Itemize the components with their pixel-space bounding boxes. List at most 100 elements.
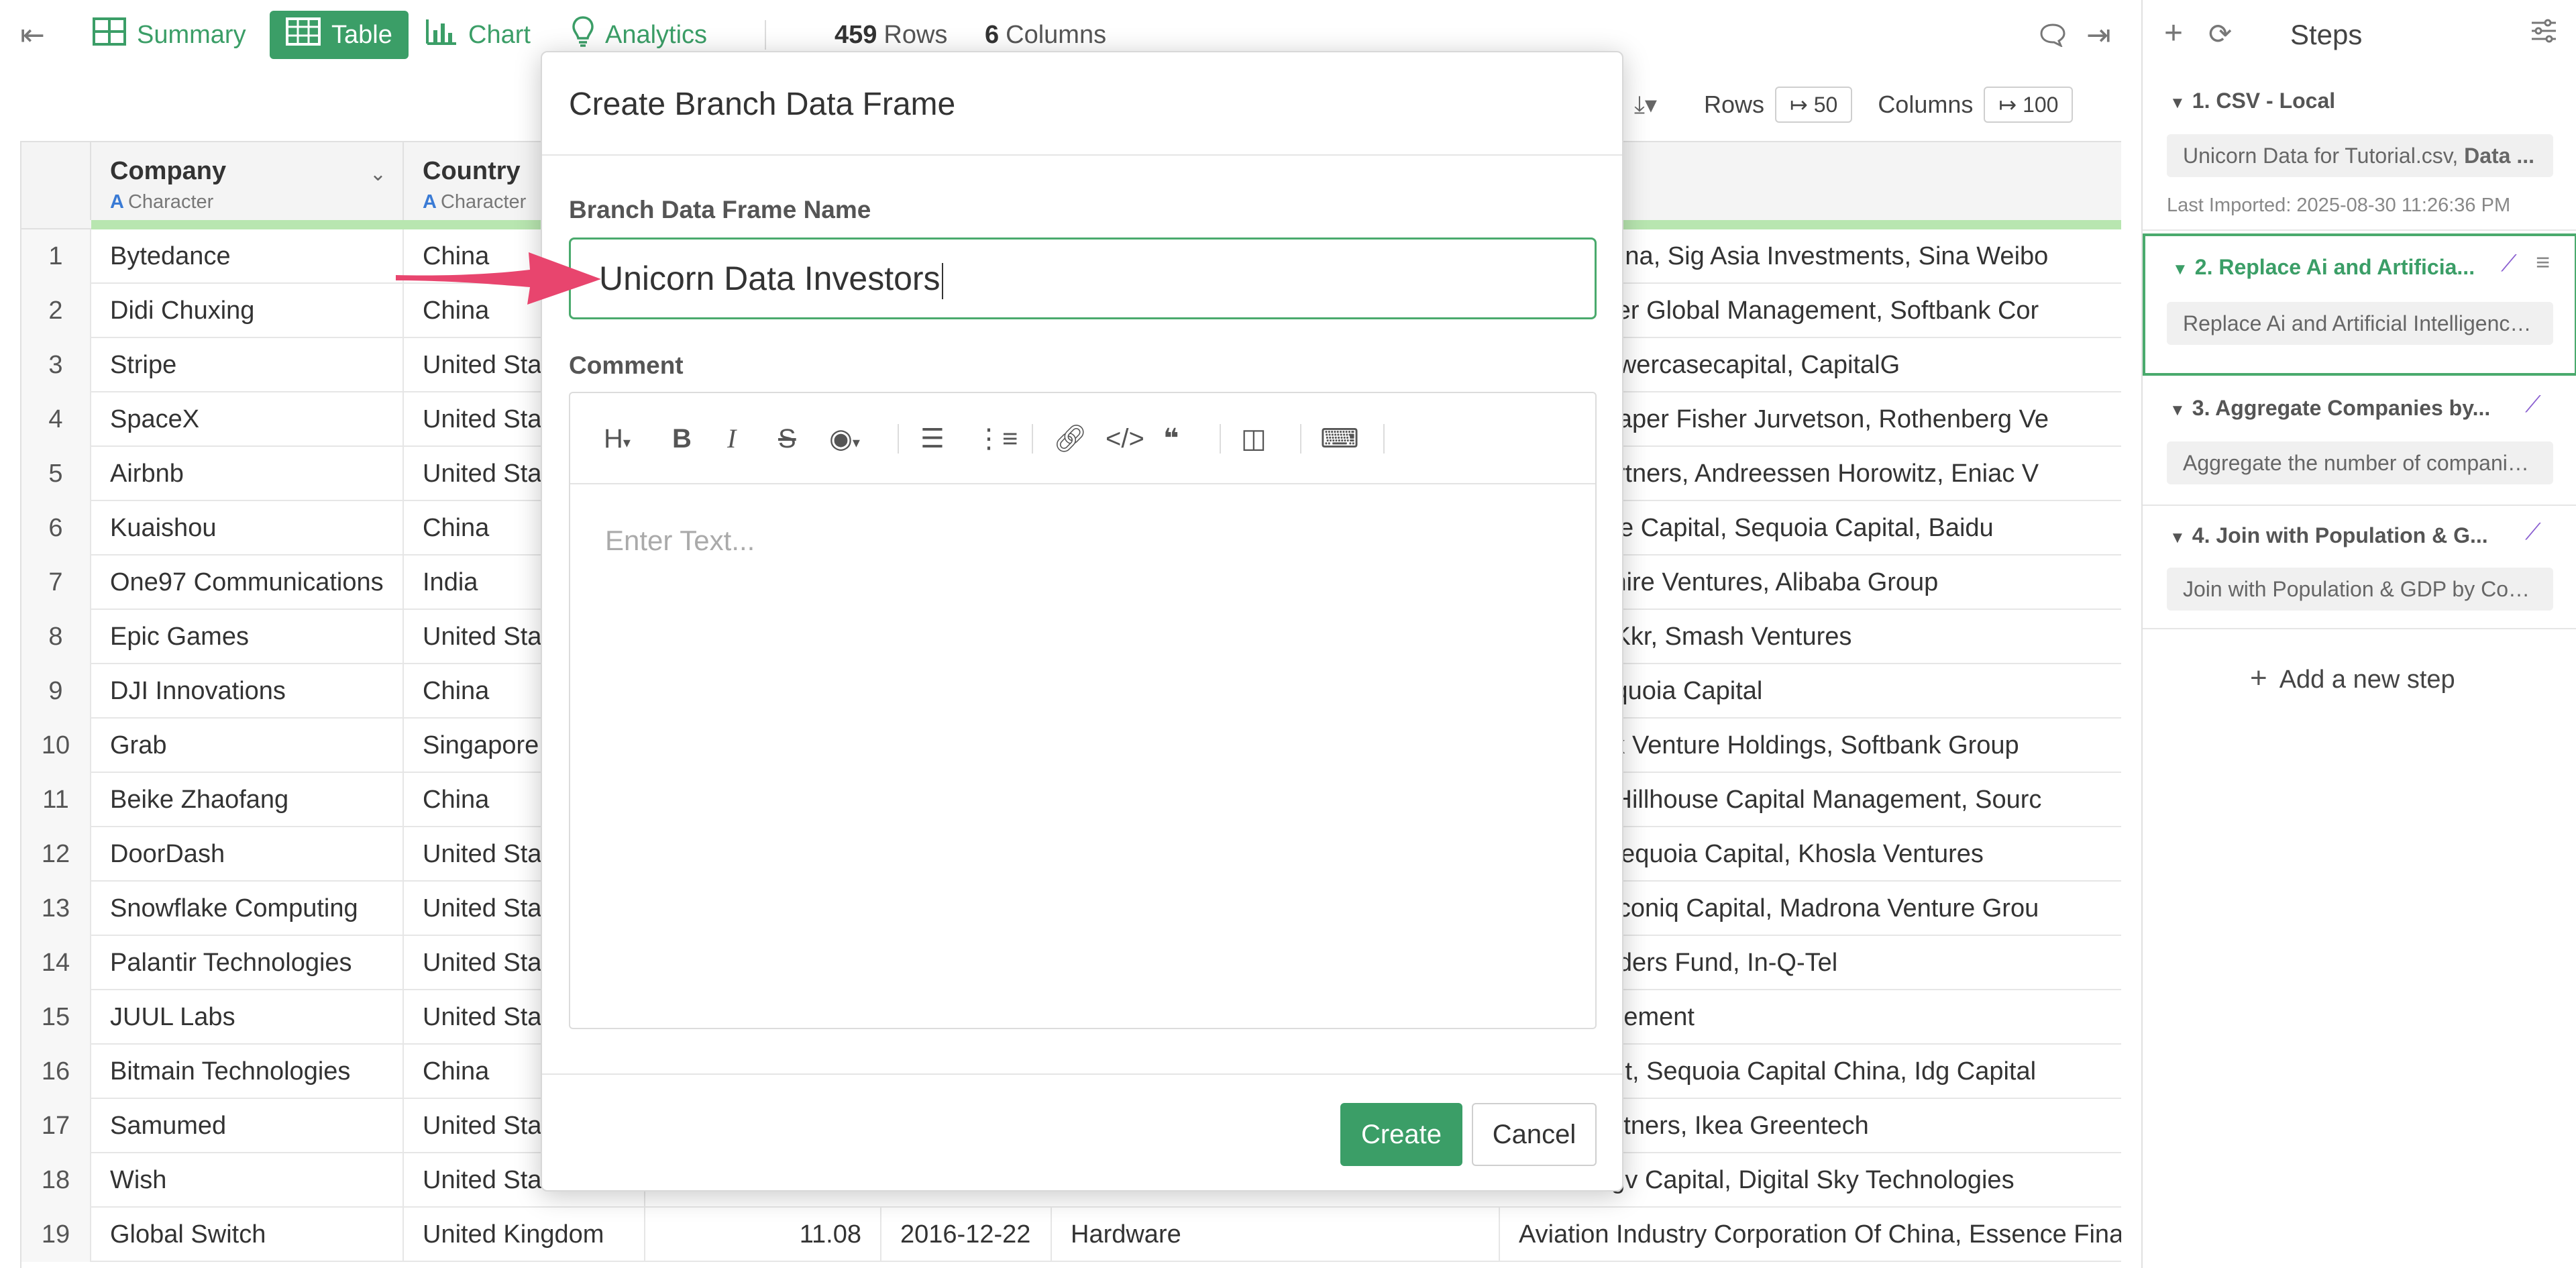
cell-company: Snowflake Computing [91, 882, 404, 936]
keyboard-icon[interactable]: ⌨ [1320, 417, 1359, 460]
cell-company: JUUL Labs [91, 990, 404, 1045]
caret-down-icon: ▼ [2169, 94, 2186, 112]
column-name: Company [110, 157, 227, 185]
chart-tab[interactable]: Chart [425, 0, 531, 70]
toolbar-divider [1300, 424, 1301, 454]
column-header-company[interactable]: Company A Character ⌄ [91, 142, 404, 220]
collapse-left-icon[interactable]: ⇤ [20, 0, 45, 70]
chart-label: Chart [468, 20, 531, 49]
step-title: ▼ 4. Join with Population & G... [2169, 523, 2488, 547]
cell-company: Kuaishou [91, 501, 404, 556]
grid-icon [93, 17, 126, 52]
palette-icon[interactable]: ◉▾ [829, 417, 860, 460]
magic-wand-icon[interactable]: ⟋ [2525, 392, 2541, 418]
step-item-csv-local[interactable]: ▼ 1. CSV - Local Unicorn Data for Tutoria… [2143, 70, 2576, 231]
steps-header: + ⟳ Steps [2143, 0, 2576, 70]
cell-company: DoorDash [91, 827, 404, 882]
cell-company: Stripe [91, 338, 404, 392]
quote-icon[interactable]: ❝ [1163, 417, 1179, 460]
toolbar-divider [898, 424, 899, 454]
branch-name-input[interactable]: Unicorn Data Investors [569, 237, 1597, 319]
row-number: 14 [21, 936, 91, 990]
code-icon[interactable]: </> [1106, 417, 1144, 460]
columns-limit-button[interactable]: ↦ 100 [1984, 87, 2074, 123]
summary-label: Summary [137, 20, 246, 49]
cell-company: Global Switch [91, 1208, 404, 1262]
cell-company: Samumed [91, 1099, 404, 1153]
chevron-down-icon[interactable]: ⌄ [370, 162, 386, 186]
row-number-header [21, 142, 91, 220]
row-number: 19 [21, 1208, 91, 1262]
dialog-footer-divider [542, 1073, 1622, 1075]
cell-industry: Hardware [1052, 1208, 1500, 1262]
download-icon[interactable]: ⤓▾ [1634, 91, 1657, 119]
plus-icon: + [2250, 662, 2267, 694]
magic-wand-icon[interactable]: ⟋ [2501, 251, 2517, 277]
step-item-aggregate[interactable]: ▼ 3. Aggregate Companies by... ⟋ Aggregat… [2143, 378, 2576, 506]
link-icon[interactable]: 🔗︎ [1053, 417, 1087, 460]
heading-dropdown-icon[interactable]: H▾ [604, 417, 631, 460]
cell-company: DJI Innovations [91, 664, 404, 719]
cell-company: Wish [91, 1153, 404, 1208]
toolbar-divider [765, 20, 766, 50]
cell-company: SpaceX [91, 392, 404, 447]
add-new-step-button[interactable]: + Add a new step [2250, 662, 2455, 695]
settings-sliders-icon[interactable] [2530, 17, 2557, 48]
cell-company: Bitmain Technologies [91, 1045, 404, 1099]
cell-company: Palantir Technologies [91, 936, 404, 990]
numbered-list-icon[interactable]: ⋮≡ [975, 417, 1018, 460]
add-icon[interactable]: + [2164, 15, 2183, 52]
caret-down-icon: ▼ [2169, 529, 2186, 547]
refresh-icon[interactable]: ⟳ [2208, 17, 2232, 50]
dialog-divider [542, 154, 1622, 156]
table-label: Table [331, 20, 392, 49]
create-branch-dialog: Create Branch Data Frame Branch Data Fra… [541, 51, 1623, 1192]
cell-country: United Kingdom [404, 1208, 645, 1262]
cell-company: Epic Games [91, 610, 404, 664]
row-number: 7 [21, 556, 91, 610]
branch-name-label: Branch Data Frame Name [569, 196, 871, 223]
comment-icon[interactable] [2039, 0, 2066, 70]
steps-panel: + ⟳ Steps ▼ 1. CSV - Local Unicorn Data f… [2141, 0, 2576, 1268]
menu-icon[interactable]: ≡ [2536, 248, 2550, 276]
create-button[interactable]: Create [1340, 1103, 1462, 1166]
bullet-list-icon[interactable]: ☰ [920, 417, 945, 460]
cell-company: Airbnb [91, 447, 404, 501]
cell-company: Bytedance [91, 229, 404, 284]
strikethrough-icon[interactable]: S [778, 417, 796, 460]
columns-layout-icon[interactable]: ◫ [1241, 417, 1267, 460]
step-item-replace[interactable]: ▼ 2. Replace Ai and Artificia... ⟋ ≡ Repl… [2143, 233, 2576, 376]
comment-editor[interactable]: H▾ B I S ◉▾ ☰ ⋮≡ 🔗︎ </> ❝ ◫ ⌨ Enter Text… [569, 392, 1597, 1029]
cell-company: Grab [91, 719, 404, 773]
cancel-button[interactable]: Cancel [1472, 1103, 1597, 1166]
cell-company: Beike Zhaofang [91, 773, 404, 827]
cell-investors: Aviation Industry Corporation Of China, … [1500, 1208, 2121, 1262]
step-title: ▼ 1. CSV - Local [2169, 89, 2336, 113]
table-icon [286, 17, 321, 52]
row-number: 10 [21, 719, 91, 773]
cell-date: 2016-12-22 [881, 1208, 1052, 1262]
dialog-title: Create Branch Data Frame [569, 87, 956, 122]
table-row[interactable]: 19 Global Switch United Kingdom 11.08 2016-1… [21, 1208, 2121, 1262]
collapse-right-icon[interactable]: ⇥ [2086, 0, 2111, 70]
table-tab[interactable]: Table [270, 11, 409, 59]
toolbar-divider [1220, 424, 1221, 454]
step-description: Unicorn Data for Tutorial.csv, Data ... [2167, 134, 2553, 177]
character-type-icon: A [423, 191, 437, 213]
rows-count-label: Rows [883, 20, 948, 49]
branch-name-value: Unicorn Data Investors [599, 260, 941, 297]
row-number: 6 [21, 501, 91, 556]
cell-company: One97 Communications [91, 556, 404, 610]
bar-chart-icon [425, 18, 458, 52]
italic-icon[interactable]: I [727, 417, 736, 460]
lightbulb-icon [572, 15, 594, 54]
summary-tab[interactable]: Summary [93, 0, 246, 70]
rows-limit-button[interactable]: ↦ 50 [1775, 87, 1853, 123]
bold-icon[interactable]: B [672, 417, 692, 460]
character-type-icon: A [110, 191, 124, 213]
text-caret [941, 262, 943, 299]
row-number: 18 [21, 1153, 91, 1208]
step-item-join[interactable]: ▼ 4. Join with Population & G... ⟋ Join w… [2143, 506, 2576, 629]
editor-toolbar: H▾ B I S ◉▾ ☰ ⋮≡ 🔗︎ </> ❝ ◫ ⌨ [570, 393, 1595, 484]
magic-wand-icon[interactable]: ⟋ [2525, 519, 2541, 545]
